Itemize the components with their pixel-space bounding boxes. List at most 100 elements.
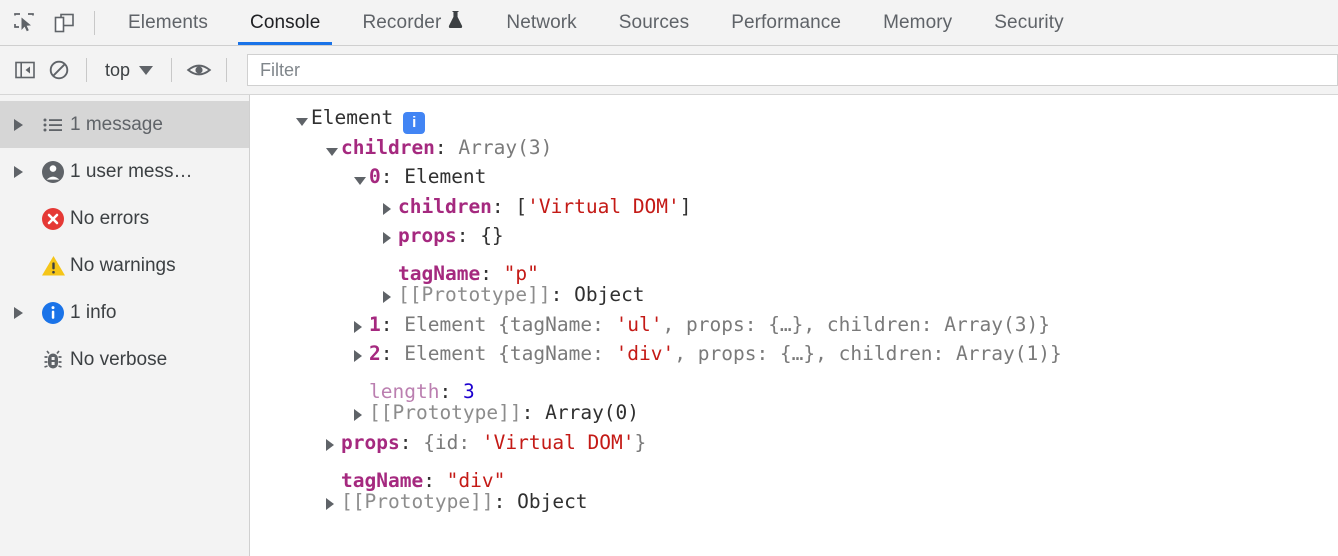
filterbar-divider-1 <box>86 58 87 82</box>
console-token: Array(0) <box>545 401 640 424</box>
console-token: [[Prototype]] <box>341 489 494 513</box>
user-icon <box>36 160 70 184</box>
sidebar-item-no-warnings[interactable]: No warnings <box>0 242 249 289</box>
triangle-glyph <box>326 497 334 510</box>
console-object-line[interactable]: Element i <box>250 103 1338 134</box>
show-console-sidebar-icon[interactable] <box>8 54 42 86</box>
live-expression-eye-icon[interactable] <box>182 54 216 86</box>
sidebar-item-label: 1 user mess… <box>70 160 193 182</box>
console-token: Element <box>311 106 394 129</box>
console-token: Array(3) <box>458 135 553 159</box>
chevron-right-icon[interactable] <box>354 312 369 342</box>
chevron-right-icon[interactable] <box>354 341 369 371</box>
execution-context-selector[interactable]: top <box>97 57 161 84</box>
clear-console-icon[interactable] <box>42 54 76 86</box>
filterbar-divider-3 <box>226 58 228 82</box>
console-token: : <box>550 283 575 306</box>
console-token: 2 <box>369 342 381 365</box>
triangle-glyph <box>383 202 391 215</box>
chevron-down-icon[interactable] <box>296 107 311 137</box>
console-token: } <box>634 430 647 454</box>
tab-performance[interactable]: Performance <box>710 0 862 45</box>
console-token: : <box>380 342 405 365</box>
chevron-right-icon[interactable] <box>383 282 398 312</box>
sidebar-item-no-errors[interactable]: No errors <box>0 195 249 242</box>
triangle-glyph <box>354 409 362 421</box>
devtools-tabbar: Elements Console Recorder Network Source… <box>0 0 1338 46</box>
tab-console[interactable]: Console <box>229 0 341 45</box>
chevron-down-icon[interactable] <box>354 166 369 196</box>
console-object-line[interactable]: tagName: "div" <box>250 457 1338 492</box>
console-token: , props: {…}, children: Array(1)} <box>674 342 1062 365</box>
tab-memory[interactable]: Memory <box>862 0 973 45</box>
triangle-glyph <box>383 232 391 244</box>
console-object-line[interactable]: [[Prototype]]: Object <box>250 280 1338 310</box>
console-token: 'div' <box>615 342 675 365</box>
tab-network[interactable]: Network <box>485 0 597 45</box>
tab-sources[interactable]: Sources <box>598 0 710 45</box>
expand-triangle-icon[interactable] <box>14 118 36 131</box>
tab-recorder[interactable]: Recorder <box>341 0 485 45</box>
tab-console-label: Console <box>250 11 321 33</box>
expand-triangle-icon[interactable] <box>14 165 36 178</box>
console-object-line[interactable]: [[Prototype]]: Object <box>250 487 1338 517</box>
chevron-right-icon[interactable] <box>326 489 341 519</box>
chevron-right-icon[interactable] <box>326 430 341 460</box>
arrow-placeholder <box>354 371 369 401</box>
console-object-line[interactable]: props: {} <box>250 221 1338 251</box>
console-token: : <box>434 135 459 159</box>
filter-placeholder: Filter <box>260 59 301 80</box>
sidebar-item-label: 1 info <box>70 301 117 323</box>
console-object-line[interactable]: props: {id: 'Virtual DOM'} <box>250 428 1338 458</box>
triangle-glyph <box>326 147 338 156</box>
chevron-right-icon[interactable] <box>383 223 398 253</box>
console-token: : <box>491 194 516 218</box>
warning-icon <box>36 254 70 278</box>
console-token: {tagName: <box>498 312 616 336</box>
inspect-cursor-icon[interactable] <box>8 8 40 38</box>
tab-recorder-label: Recorder <box>362 11 442 33</box>
sidebar-item-label: No warnings <box>70 254 176 276</box>
console-token: [ <box>515 194 528 218</box>
console-object-line[interactable]: 1: Element {tagName: 'ul', props: {…}, c… <box>250 310 1338 340</box>
console-sidebar: 1 message 1 user mess… No errors No warning… <box>0 95 250 556</box>
console-token: : <box>456 224 481 247</box>
console-token: [[Prototype]] <box>398 283 551 306</box>
tab-elements-label: Elements <box>128 11 209 33</box>
info-badge-icon[interactable]: i <box>403 111 426 134</box>
bug-icon <box>36 348 70 372</box>
console-token: 1 <box>369 312 381 336</box>
sidebar-item-1-info[interactable]: 1 info <box>0 289 249 336</box>
console-object-line[interactable]: [[Prototype]]: Array(0) <box>250 398 1338 428</box>
console-token: : <box>493 489 518 513</box>
chevron-right-icon[interactable] <box>383 194 398 224</box>
tab-elements[interactable]: Elements <box>107 0 229 45</box>
console-token: Object <box>517 489 588 513</box>
tab-security[interactable]: Security <box>973 0 1084 45</box>
sidebar-item-1-user-mess[interactable]: 1 user mess… <box>0 148 249 195</box>
sidebar-item-label: 1 message <box>70 113 163 135</box>
console-body: 1 message 1 user mess… No errors No warning… <box>0 95 1338 556</box>
triangle-glyph <box>326 438 334 451</box>
expand-triangle-icon[interactable] <box>14 306 36 319</box>
console-object-line[interactable]: tagName: "p" <box>250 251 1338 285</box>
triangle-glyph <box>354 177 366 185</box>
console-object-line[interactable]: 2: Element {tagName: 'div', props: {…}, … <box>250 339 1338 369</box>
flask-icon <box>447 10 464 35</box>
devtools-tabs: Elements Console Recorder Network Source… <box>107 0 1085 45</box>
sidebar-item-no-verbose[interactable]: No verbose <box>0 336 249 383</box>
filterbar-divider-2 <box>171 58 173 82</box>
chevron-right-icon[interactable] <box>354 400 369 430</box>
tab-performance-label: Performance <box>731 11 842 33</box>
sidebar-item-1-message[interactable]: 1 message <box>0 101 249 148</box>
tabbar-divider <box>94 10 95 35</box>
console-object-line[interactable]: 0: Element <box>250 162 1338 192</box>
console-filter-toolbar: top Filter <box>0 46 1338 95</box>
chevron-down-icon <box>139 65 154 75</box>
chevron-down-icon[interactable] <box>326 137 341 167</box>
arrow-placeholder <box>326 459 341 489</box>
filter-input[interactable]: Filter <box>247 54 1338 86</box>
console-object-line[interactable]: length: 3 <box>250 369 1338 403</box>
device-toolbar-icon[interactable] <box>48 8 80 38</box>
console-object-line[interactable]: children: ['Virtual DOM'] <box>250 192 1338 222</box>
